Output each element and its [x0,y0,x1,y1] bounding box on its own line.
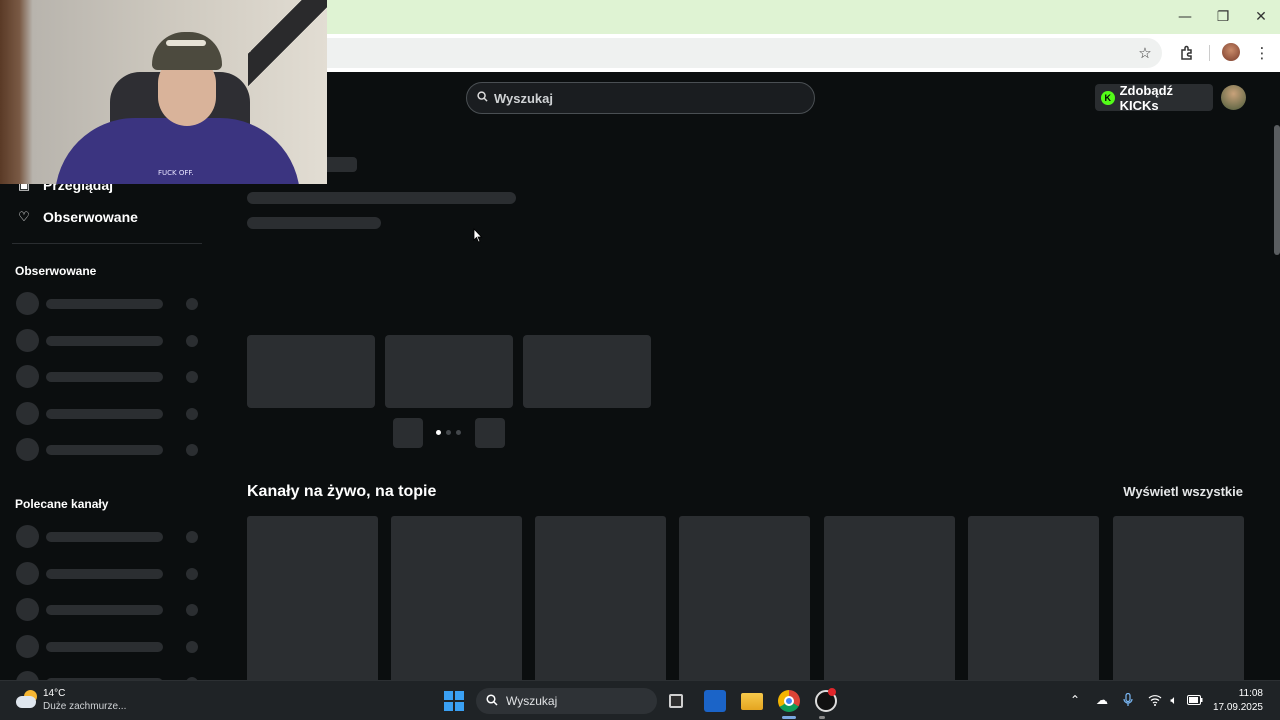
followed-channel-placeholder [16,438,201,461]
carousel-dot[interactable] [436,430,441,435]
search-input[interactable] [494,90,794,106]
recording-badge [828,688,836,696]
minimize-button[interactable]: — [1166,0,1204,34]
sidebar-divider [12,243,202,244]
live-channels-title: Kanały na żywo, na topie [247,483,437,500]
browser-profile-avatar[interactable] [1222,43,1240,61]
star-icon[interactable]: ☆ [1135,43,1155,63]
followed-channel-placeholder [16,365,201,388]
sidebar-item-following[interactable]: ♡ Obserwowane [15,209,138,225]
address-bar[interactable] [300,38,1162,68]
carousel-prev-button[interactable] [393,418,423,448]
featured-line-placeholder [247,192,516,204]
webcam-overlay: FUCK OFF. [0,0,327,184]
get-kicks-label: Zdobądź KICKs [1119,82,1174,113]
chevron-up-icon[interactable]: ⌃ [1067,692,1083,708]
carousel-dot[interactable] [446,430,451,435]
kicks-icon: K [1101,90,1115,105]
followed-channel-placeholder [16,292,201,315]
search-icon [477,90,488,106]
extensions-icon[interactable] [1177,43,1197,63]
carousel-item-placeholder[interactable] [523,335,651,408]
hoodie-text: FUCK OFF. [158,169,194,177]
carousel-item-placeholder[interactable] [247,335,375,408]
featured-line-placeholder [247,217,381,229]
start-button[interactable] [444,691,464,711]
wifi-icon[interactable] [1147,692,1163,708]
task-view-icon[interactable] [669,694,683,708]
clock-time[interactable]: 11:08 [1239,688,1263,699]
sidebar-item-label: Obserwowane [43,209,138,225]
window-controls: — ❐ ✕ [1166,0,1280,34]
user-avatar[interactable] [1221,85,1246,110]
chrome-icon[interactable] [778,690,800,712]
recommended-channel-placeholder [16,598,201,621]
live-channel-card-placeholder[interactable] [968,516,1099,680]
view-all-link[interactable]: Wyświetl wszystkie [1123,484,1243,499]
toolbar-divider [1209,45,1210,61]
heart-icon: ♡ [18,209,30,225]
carousel-next-button[interactable] [475,418,505,448]
live-channel-card-placeholder[interactable] [679,516,810,680]
recommended-channel-placeholder [16,635,201,658]
get-kicks-button[interactable]: K Zdobądź KICKs [1095,82,1213,113]
carousel-dot[interactable] [456,430,461,435]
recommended-channel-placeholder [16,562,201,585]
live-channel-card-placeholder[interactable] [391,516,522,680]
store-icon[interactable] [704,690,726,712]
search-box[interactable] [466,82,815,114]
live-channel-card-placeholder[interactable] [1113,516,1244,680]
live-channel-card-placeholder[interactable] [247,516,378,680]
recommended-channel-placeholder [16,525,201,548]
sidebar: ▣ Przeglądaj ♡ Obserwowane Obserwowane P… [0,123,215,694]
close-button[interactable]: ✕ [1242,0,1280,34]
mouse-cursor-icon [473,228,483,243]
restore-button[interactable]: ❐ [1204,0,1242,34]
page-scrollbar[interactable] [1274,125,1280,255]
onedrive-icon[interactable]: ☁ [1094,692,1110,708]
recommended-section-title: Polecane kanały [15,497,109,511]
taskbar: 14°C Duże zachmurze... ⌃ ☁ 🔈︎ 11:08 17.0… [0,680,1280,720]
chrome-running-indicator [782,716,796,719]
clock-date[interactable]: 17.09.2025 [1213,702,1263,713]
obs-running-indicator [819,716,825,719]
speaker-icon[interactable]: 🔈︎ [1166,692,1182,708]
microphone-icon[interactable] [1120,692,1136,708]
live-channel-card-placeholder[interactable] [824,516,955,680]
weather-description[interactable]: Duże zachmurze... [43,701,126,712]
followed-channel-placeholder [16,329,201,352]
taskbar-search-input[interactable] [506,694,646,708]
menu-icon[interactable]: ⋮ [1252,43,1272,63]
followed-channel-placeholder [16,402,201,425]
followed-section-title: Obserwowane [15,264,97,278]
weather-icon[interactable] [16,690,38,710]
live-channel-card-placeholder[interactable] [535,516,666,680]
weather-temperature[interactable]: 14°C [43,688,65,699]
carousel-item-placeholder[interactable] [385,335,513,408]
taskbar-search[interactable] [476,688,657,714]
file-explorer-icon[interactable] [741,693,763,710]
search-icon [486,693,498,709]
battery-icon[interactable] [1187,692,1203,708]
